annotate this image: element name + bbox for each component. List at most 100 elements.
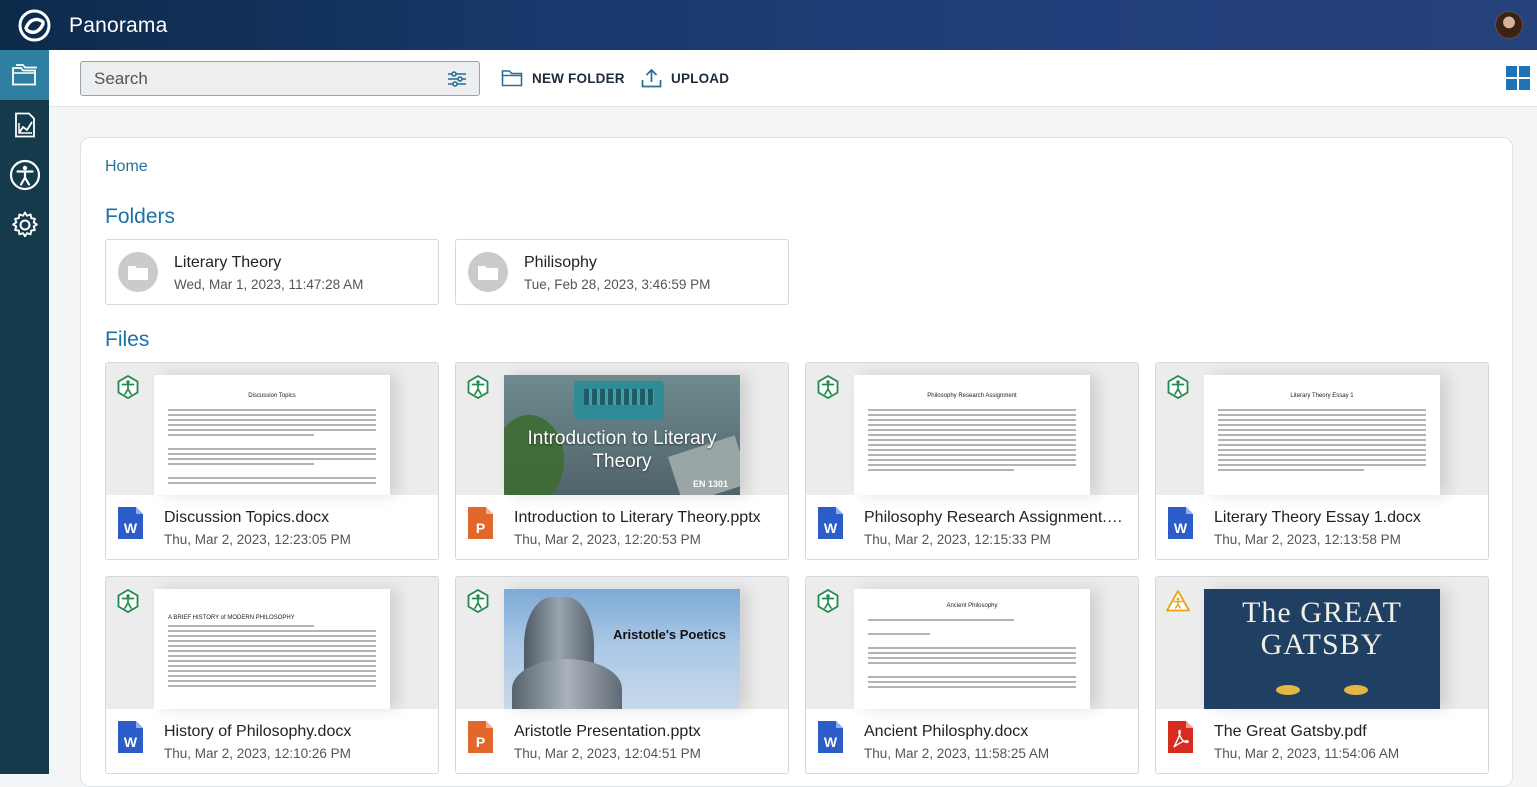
folder-avatar	[118, 252, 158, 292]
svg-text:P: P	[476, 520, 485, 536]
accessibility-good-icon[interactable]	[116, 589, 140, 613]
file-thumbnail: Literary Theory Essay 1	[1204, 375, 1440, 495]
file-card[interactable]: Discussion Topics W Discussion Topics.do…	[105, 362, 439, 560]
accessibility-good-icon[interactable]	[1166, 375, 1190, 399]
grid-view-icon[interactable]	[1506, 66, 1530, 90]
file-thumbnail-area: Introduction to Literary Theory EN 1301	[456, 363, 788, 495]
search-box	[80, 61, 480, 96]
settings-gear-icon	[11, 211, 38, 238]
file-card[interactable]: Literary Theory Essay 1 W Literary Theor…	[1155, 362, 1489, 560]
toolbar: NEW FOLDER UPLOAD	[49, 50, 1537, 107]
file-date: Thu, Mar 2, 2023, 12:04:51 PM	[514, 746, 701, 761]
sidebar-item-reports[interactable]	[0, 100, 49, 150]
new-folder-label: NEW FOLDER	[532, 70, 625, 86]
file-card[interactable]: Ancient Philosophy W Ancient Philosphy.d…	[805, 576, 1139, 774]
powerpoint-icon: P	[468, 721, 493, 753]
thumbnail-title: Aristotle's Poetics	[613, 627, 726, 642]
folder-outline-icon	[501, 70, 523, 87]
word-doc-icon: W	[118, 721, 143, 753]
content-panel: Home Folders Literary Theory Wed, Mar 1,…	[80, 137, 1513, 787]
sidebar-item-accessibility[interactable]	[0, 150, 49, 200]
folder-date: Wed, Mar 1, 2023, 11:47:28 AM	[174, 277, 364, 292]
thumbnail-subtitle: EN 1301	[692, 479, 728, 489]
breadcrumb-home[interactable]: Home	[105, 158, 148, 176]
accessibility-good-icon[interactable]	[816, 589, 840, 613]
thumbnail-title: Literary Theory Essay 1	[1290, 393, 1354, 399]
accessibility-good-icon[interactable]	[466, 589, 490, 613]
file-name: Literary Theory Essay 1.docx	[1214, 509, 1421, 526]
file-date: Thu, Mar 2, 2023, 12:10:26 PM	[164, 746, 351, 761]
file-date: Thu, Mar 2, 2023, 11:58:25 AM	[864, 746, 1050, 761]
upload-button[interactable]: UPLOAD	[641, 66, 729, 90]
sidebar-item-files[interactable]	[0, 50, 49, 100]
thumbnail-title: The GREAT GATSBY	[1242, 596, 1402, 661]
accessibility-good-icon[interactable]	[116, 375, 140, 399]
file-card[interactable]: Philosophy Research Assignment W Philoso…	[805, 362, 1139, 560]
panorama-logo-icon[interactable]	[18, 9, 51, 42]
file-thumbnail-area: The GREAT GATSBY	[1156, 577, 1488, 709]
word-doc-icon: W	[118, 507, 143, 539]
file-date: Thu, Mar 2, 2023, 11:54:06 AM	[1214, 746, 1400, 761]
thumbnail-title: Ancient Philosophy	[946, 603, 998, 609]
file-card[interactable]: A BRIEF HISTORY of MODERN PHILOSOPHY W H…	[105, 576, 439, 774]
search-input[interactable]	[81, 62, 431, 95]
file-thumbnail: Aristotle's Poetics	[504, 589, 740, 709]
file-name: Philosophy Research Assignment.d...	[864, 509, 1126, 526]
file-thumbnail-area: Literary Theory Essay 1	[1156, 363, 1488, 495]
file-name: Discussion Topics.docx	[164, 509, 330, 526]
file-date: Thu, Mar 2, 2023, 12:23:05 PM	[164, 532, 351, 547]
file-date: Thu, Mar 2, 2023, 12:15:33 PM	[864, 532, 1051, 547]
file-thumbnail-area: Discussion Topics	[106, 363, 438, 495]
file-card[interactable]: Introduction to Literary Theory EN 1301 …	[455, 362, 789, 560]
folder-icon	[128, 266, 148, 280]
svg-text:W: W	[824, 520, 838, 536]
file-name: Ancient Philosphy.docx	[864, 723, 1029, 740]
file-thumbnail: Ancient Philosophy	[854, 589, 1090, 709]
folder-name: Literary Theory	[174, 254, 282, 271]
upload-icon	[641, 68, 662, 88]
powerpoint-icon: P	[468, 507, 493, 539]
svg-text:W: W	[124, 734, 138, 750]
file-thumbnail: A BRIEF HISTORY of MODERN PHILOSOPHY	[154, 589, 390, 709]
file-thumbnail: The GREAT GATSBY	[1204, 589, 1440, 709]
folders-heading: Folders	[105, 205, 176, 228]
svg-text:W: W	[1174, 520, 1188, 536]
folder-card[interactable]: Philisophy Tue, Feb 28, 2023, 3:46:59 PM	[455, 239, 789, 305]
folder-avatar	[468, 252, 508, 292]
folders-icon	[11, 64, 37, 86]
file-thumbnail: Philosophy Research Assignment	[854, 375, 1090, 495]
accessibility-good-icon[interactable]	[466, 375, 490, 399]
pdf-icon	[1168, 721, 1193, 753]
folder-icon	[478, 266, 498, 280]
thumbnail-title: A BRIEF HISTORY of MODERN PHILOSOPHY	[168, 615, 295, 621]
top-app-bar: Panorama	[0, 0, 1537, 50]
accessibility-warning-icon[interactable]	[1166, 589, 1190, 613]
word-doc-icon: W	[1168, 507, 1193, 539]
app-title: Panorama	[69, 14, 168, 37]
user-avatar[interactable]	[1495, 11, 1523, 39]
filter-sliders-icon[interactable]	[447, 69, 467, 89]
svg-text:W: W	[824, 734, 838, 750]
report-chart-icon	[14, 112, 35, 138]
file-name: The Great Gatsby.pdf	[1214, 723, 1367, 740]
file-name: Aristotle Presentation.pptx	[514, 723, 701, 740]
files-heading: Files	[105, 328, 150, 351]
new-folder-button[interactable]: NEW FOLDER	[501, 66, 625, 90]
file-thumbnail-area: Philosophy Research Assignment	[806, 363, 1138, 495]
file-thumbnail: Discussion Topics	[154, 375, 390, 495]
file-name: History of Philosophy.docx	[164, 723, 352, 740]
svg-text:P: P	[476, 734, 485, 750]
file-thumbnail-area: Aristotle's Poetics	[456, 577, 788, 709]
file-date: Thu, Mar 2, 2023, 12:13:58 PM	[1214, 532, 1401, 547]
file-card[interactable]: Aristotle's Poetics P Aristotle Presenta…	[455, 576, 789, 774]
word-doc-icon: W	[818, 721, 843, 753]
file-date: Thu, Mar 2, 2023, 12:20:53 PM	[514, 532, 701, 547]
folder-card[interactable]: Literary Theory Wed, Mar 1, 2023, 11:47:…	[105, 239, 439, 305]
file-name: Introduction to Literary Theory.pptx	[514, 509, 761, 526]
thumbnail-title: Philosophy Research Assignment	[927, 393, 1017, 399]
upload-label: UPLOAD	[671, 70, 730, 86]
sidebar-item-settings[interactable]	[0, 200, 49, 250]
sidebar-nav	[0, 50, 49, 774]
accessibility-good-icon[interactable]	[816, 375, 840, 399]
file-card[interactable]: The GREAT GATSBY The Great Gatsby.pdf Th…	[1155, 576, 1489, 774]
